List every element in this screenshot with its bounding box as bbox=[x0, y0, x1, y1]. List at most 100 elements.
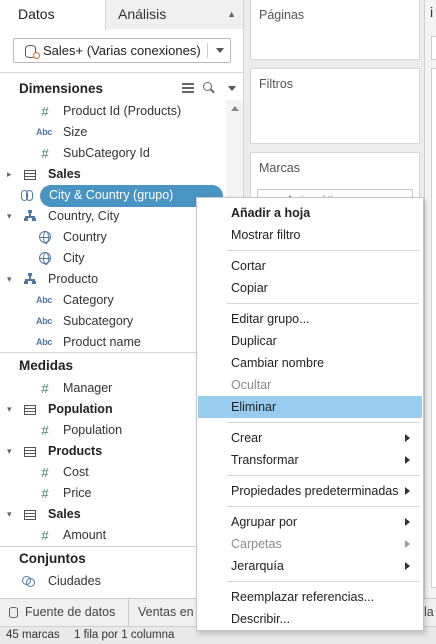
menu-item-reemplazar-referencias[interactable]: Reemplazar referencias... bbox=[198, 586, 422, 608]
field-label: Product name bbox=[63, 335, 141, 349]
field-item[interactable]: # Price bbox=[0, 483, 226, 504]
hierarchy-item[interactable]: ▾ Country, City bbox=[0, 206, 226, 227]
table-folder[interactable]: ▾ Products bbox=[0, 441, 226, 462]
field-label: Manager bbox=[63, 381, 113, 395]
divider bbox=[0, 72, 243, 73]
right-pane-tab[interactable]: i bbox=[430, 4, 433, 20]
field-label: Product Id (Products) bbox=[63, 104, 182, 118]
divider bbox=[207, 43, 208, 58]
filters-title: Filtros bbox=[259, 77, 294, 91]
field-item[interactable]: Abc Product name bbox=[0, 332, 226, 353]
tab-menu-icon[interactable]: ▲ bbox=[227, 0, 236, 28]
field-label: Producto bbox=[48, 272, 99, 286]
number-icon: # bbox=[41, 104, 49, 119]
field-label: Population bbox=[63, 423, 123, 437]
menu-item-label: Duplicar bbox=[231, 334, 277, 348]
field-item[interactable]: # Manager bbox=[0, 378, 226, 399]
field-item[interactable]: Country bbox=[0, 227, 226, 248]
hierarchy-item[interactable]: ▾ Producto bbox=[0, 269, 226, 290]
field-item[interactable]: # Product Id (Products) bbox=[0, 101, 226, 122]
datasource-selector[interactable]: Sales+ (Varias conexiones) bbox=[13, 38, 231, 63]
menu-item-agrupar-por[interactable]: Agrupar por bbox=[198, 511, 422, 533]
chevron-right-icon[interactable]: ▸ bbox=[7, 169, 15, 179]
field-label: Amount bbox=[63, 528, 107, 542]
status-rows: 1 fila por 1 columna bbox=[74, 629, 175, 641]
set-item[interactable]: Ciudades bbox=[0, 571, 226, 592]
field-item[interactable]: Abc Subcategory bbox=[0, 311, 226, 332]
menu-item-jerarquia[interactable]: Jerarquía bbox=[198, 555, 422, 577]
menu-item-propiedades-predeterminadas[interactable]: Propiedades predeterminadas bbox=[198, 480, 422, 502]
chevron-down-icon[interactable]: ▾ bbox=[7, 446, 15, 456]
menu-item-anadir-a-hoja[interactable]: Añadir a hoja bbox=[198, 202, 422, 224]
field-item[interactable]: Abc Category bbox=[0, 290, 226, 311]
menu-item-cortar[interactable]: Cortar bbox=[198, 255, 422, 277]
menu-separator bbox=[227, 303, 419, 304]
menu-item-describir[interactable]: Describir... bbox=[198, 608, 422, 630]
table-folder[interactable]: ▸ Sales bbox=[0, 164, 226, 185]
chevron-down-icon[interactable] bbox=[216, 48, 224, 53]
field-label: SubCategory Id bbox=[63, 146, 150, 160]
tab-data[interactable]: Datos bbox=[0, 0, 106, 30]
list-view-icon[interactable] bbox=[182, 83, 194, 93]
menu-item-duplicar[interactable]: Duplicar bbox=[198, 330, 422, 352]
set-icon bbox=[22, 576, 36, 587]
number-icon: # bbox=[41, 423, 49, 438]
field-item[interactable]: Abc Size bbox=[0, 122, 226, 143]
submenu-arrow-icon bbox=[405, 487, 410, 495]
tab-datasource[interactable]: Fuente de datos bbox=[0, 599, 129, 626]
chevron-down-icon[interactable]: ▾ bbox=[7, 404, 15, 414]
menu-separator bbox=[227, 250, 419, 251]
menu-item-editar-grupo[interactable]: Editar grupo... bbox=[198, 308, 422, 330]
field-item[interactable]: # SubCategory Id bbox=[0, 143, 226, 164]
menu-item-mostrar-filtro[interactable]: Mostrar filtro bbox=[198, 224, 422, 246]
number-icon: # bbox=[41, 146, 49, 161]
field-label: Price bbox=[63, 486, 92, 500]
datasource-label: Sales+ (Varias conexiones) bbox=[43, 43, 201, 58]
table-icon bbox=[24, 170, 36, 180]
menu-item-label: Reemplazar referencias... bbox=[231, 590, 375, 604]
menu-item-label: Editar grupo... bbox=[231, 312, 310, 326]
pages-title: Páginas bbox=[259, 8, 305, 22]
database-icon bbox=[9, 607, 18, 618]
table-folder[interactable]: ▾ Population bbox=[0, 399, 226, 420]
menu-item-ocultar: Ocultar bbox=[198, 374, 422, 396]
tab-sheet[interactable]: Ventas en bbox=[130, 599, 200, 626]
dimensions-tools bbox=[182, 81, 242, 97]
field-item[interactable]: # Amount bbox=[0, 525, 226, 546]
field-item[interactable]: # Cost bbox=[0, 462, 226, 483]
menu-separator bbox=[227, 475, 419, 476]
scroll-up-icon[interactable] bbox=[231, 106, 239, 111]
chevron-down-icon[interactable]: ▾ bbox=[7, 274, 15, 284]
table-folder[interactable]: ▾ Sales bbox=[0, 504, 226, 525]
chevron-down-icon[interactable]: ▾ bbox=[7, 509, 15, 519]
field-item[interactable]: # Population bbox=[0, 420, 226, 441]
menu-item-transformar[interactable]: Transformar bbox=[198, 449, 422, 471]
field-label: Ciudades bbox=[48, 574, 101, 588]
globe-icon bbox=[39, 231, 51, 244]
string-icon: Abc bbox=[36, 295, 53, 305]
status-marks: 45 marcas bbox=[6, 629, 60, 641]
menu-item-copiar[interactable]: Copiar bbox=[198, 277, 422, 299]
tab-analysis[interactable]: Análisis ▲ bbox=[106, 0, 243, 29]
menu-item-cambiar-nombre[interactable]: Cambiar nombre bbox=[198, 352, 422, 374]
pages-shelf[interactable]: Páginas bbox=[250, 0, 420, 60]
menu-item-eliminar[interactable]: Eliminar bbox=[198, 396, 422, 418]
menu-item-label: Agrupar por bbox=[231, 515, 298, 529]
table-icon bbox=[24, 405, 36, 415]
menu-item-crear[interactable]: Crear bbox=[198, 427, 422, 449]
folder-label: Sales bbox=[48, 507, 81, 521]
field-item[interactable]: City bbox=[0, 248, 226, 269]
submenu-arrow-icon bbox=[405, 518, 410, 526]
filters-shelf[interactable]: Filtros bbox=[250, 68, 420, 144]
chevron-down-icon[interactable]: ▾ bbox=[7, 211, 15, 221]
dimensions-header: Dimensiones bbox=[19, 81, 104, 96]
search-icon[interactable] bbox=[203, 82, 212, 91]
sets-header: Conjuntos bbox=[19, 551, 86, 566]
pane-tabs: Datos Análisis ▲ bbox=[0, 0, 243, 30]
context-menu: Añadir a hoja Mostrar filtro Cortar Copiar E… bbox=[196, 197, 424, 631]
menu-item-label: Cortar bbox=[231, 259, 266, 273]
menu-separator bbox=[227, 581, 419, 582]
chevron-down-icon[interactable] bbox=[228, 86, 236, 91]
field-label: Cost bbox=[63, 465, 89, 479]
menu-item-label: Describir... bbox=[231, 612, 291, 626]
